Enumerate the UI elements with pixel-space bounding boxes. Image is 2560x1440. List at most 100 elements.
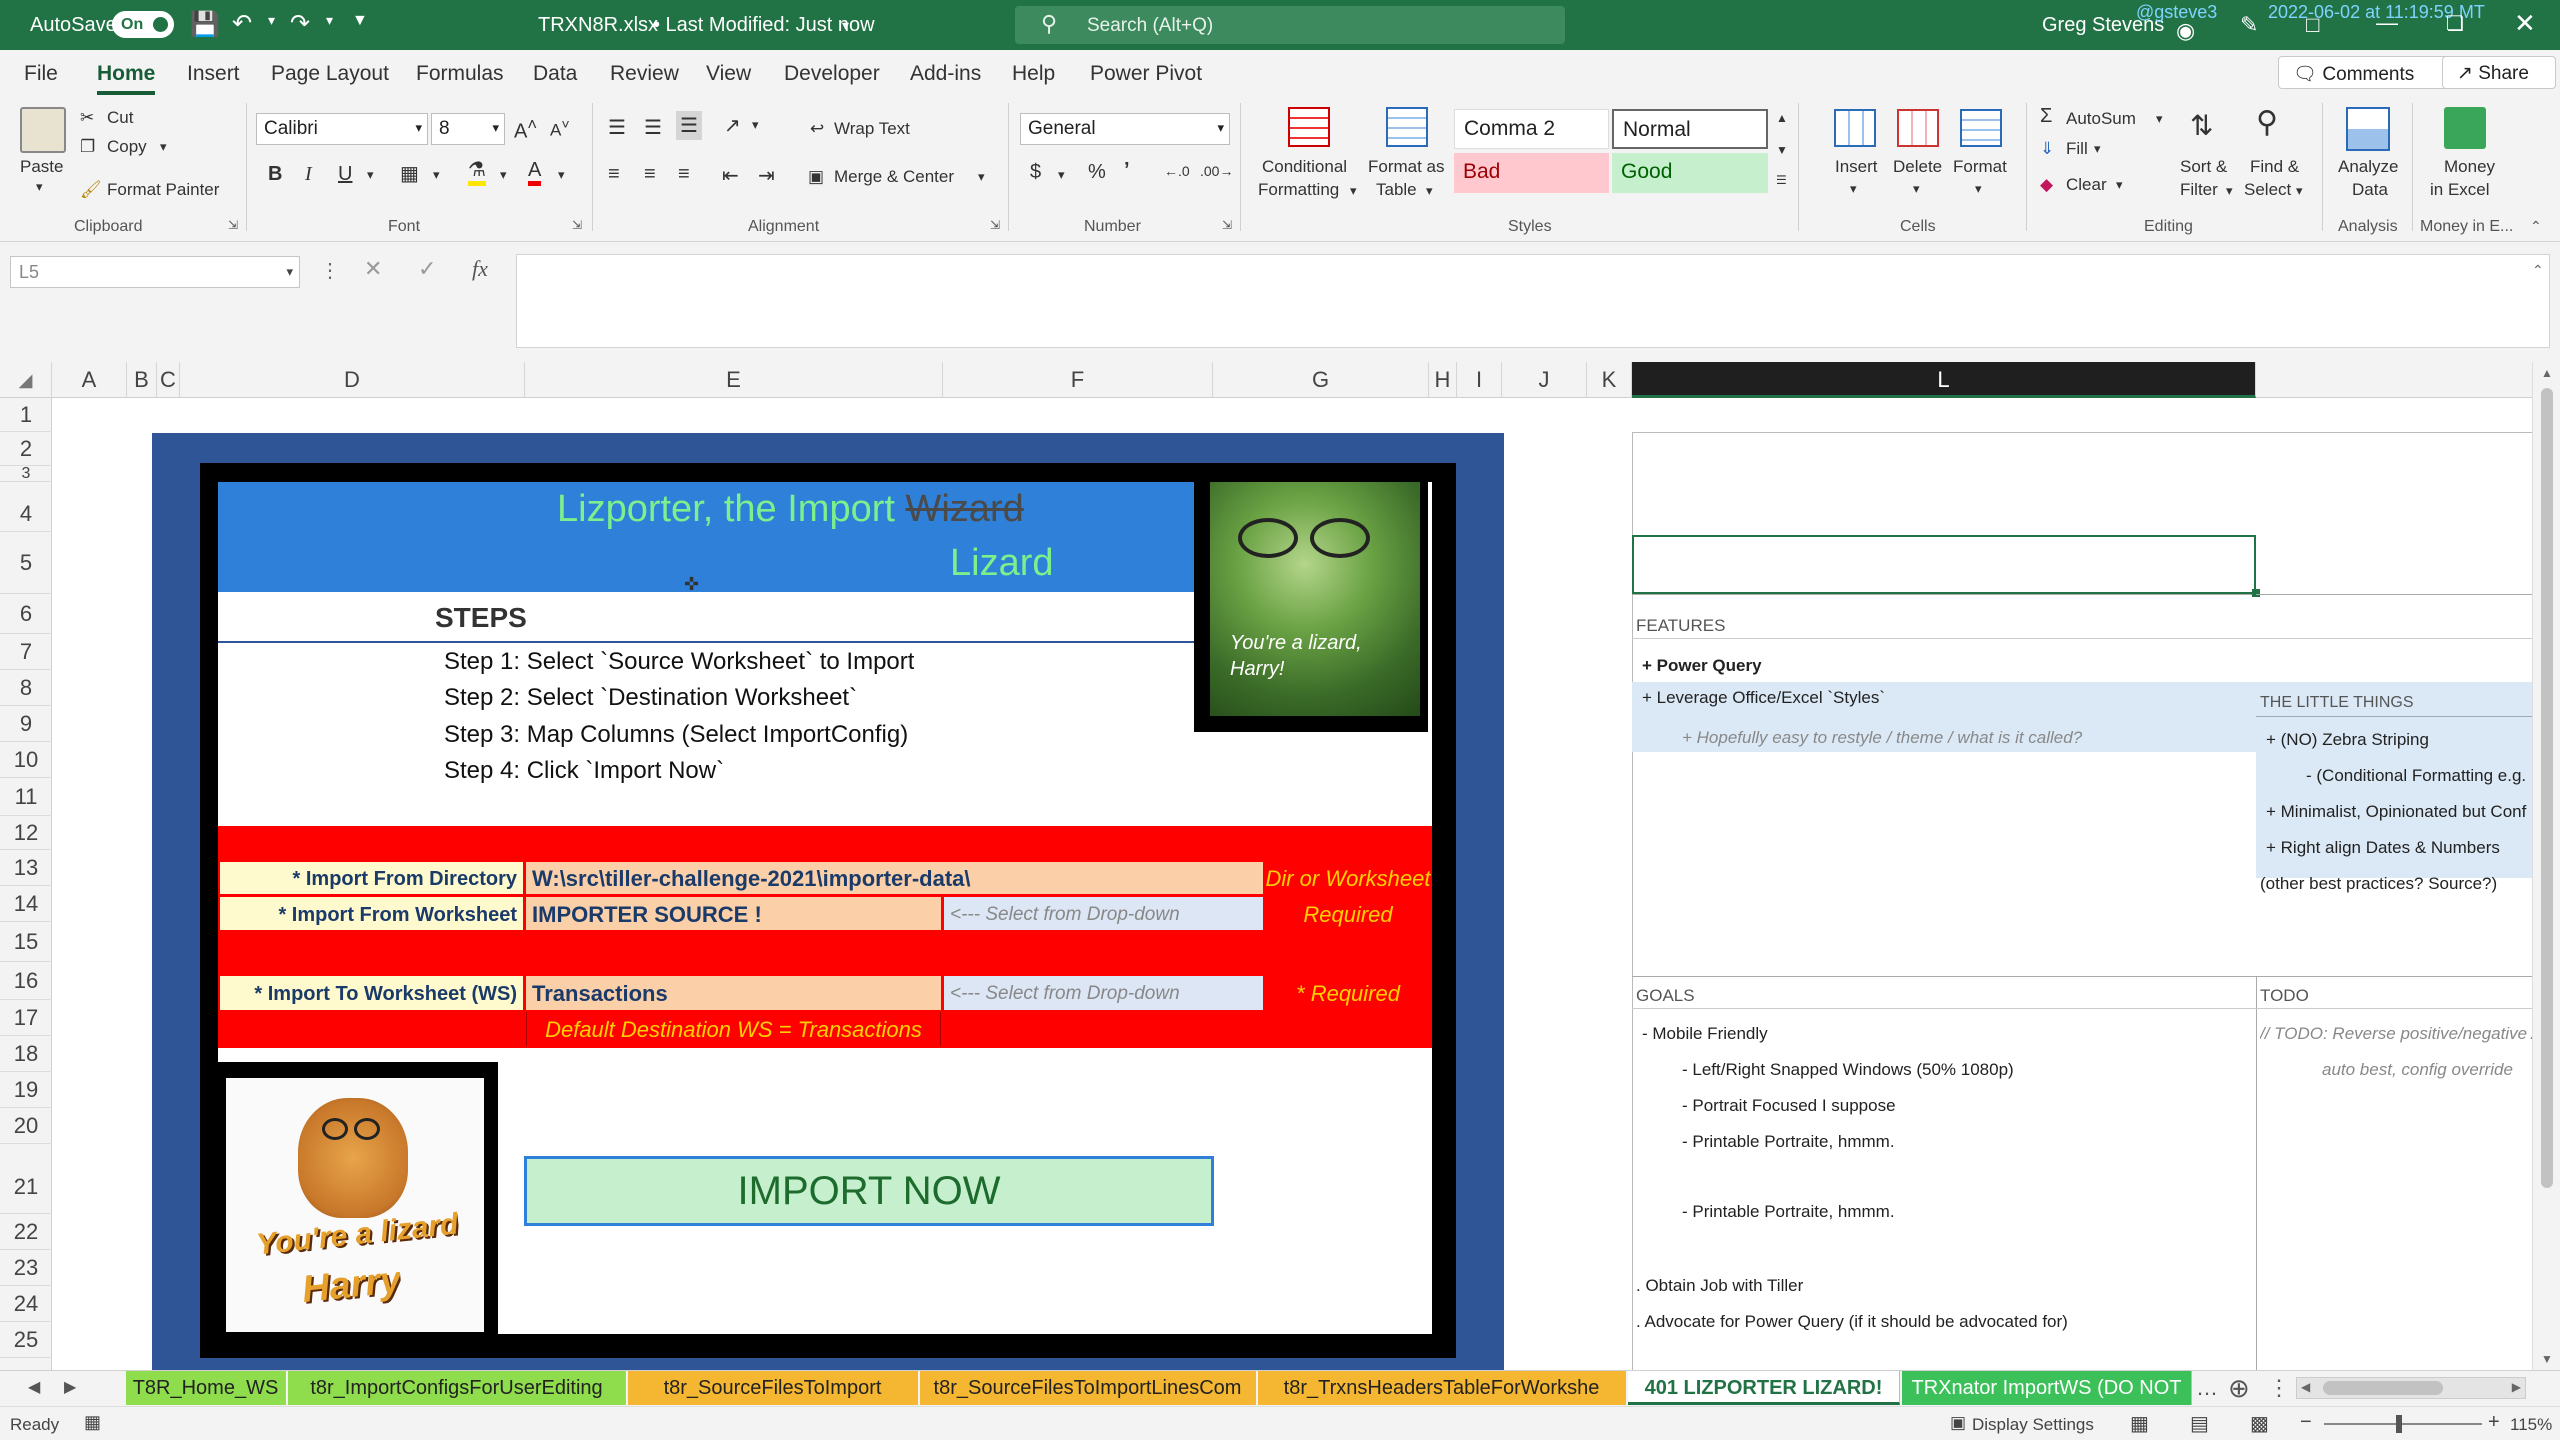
row-header[interactable]: 4 — [0, 482, 52, 532]
tab-options-icon[interactable]: ⋮ — [2268, 1375, 2290, 1401]
row-header[interactable]: 24 — [0, 1286, 52, 1322]
insert-chevron-icon[interactable]: ▾ — [1850, 181, 1857, 197]
collapse-formula-icon[interactable]: ⌃ — [2532, 262, 2544, 279]
conditional-formatting-chevron-icon[interactable]: ▾ — [1350, 183, 1357, 199]
more-options-icon[interactable]: ⋮ — [320, 258, 340, 283]
font-color-chevron-icon[interactable]: ▾ — [558, 167, 565, 183]
find-select-button[interactable]: Find & — [2250, 157, 2299, 177]
sheet-tab[interactable]: TRXnator ImportWS (DO NOT — [1902, 1371, 2192, 1405]
analyze-data-icon[interactable] — [2346, 107, 2390, 151]
zoom-slider-thumb[interactable] — [2396, 1415, 2402, 1433]
fill-button[interactable]: Fill — [2066, 139, 2088, 159]
col-header-d[interactable]: D — [180, 362, 525, 398]
analyze-data-label-2[interactable]: Data — [2352, 180, 2388, 200]
fill-chevron-icon[interactable]: ▾ — [2094, 141, 2101, 157]
select-all-corner[interactable]: ◢ — [0, 362, 52, 398]
row-header[interactable]: 3 — [0, 466, 52, 482]
decrease-font-icon[interactable]: A˅ — [550, 117, 570, 141]
col-header-f[interactable]: F — [943, 362, 1213, 398]
analyze-data-button[interactable]: Analyze — [2338, 157, 2398, 177]
format-as-table-label-2[interactable]: Table — [1376, 180, 1417, 200]
fill-handle[interactable] — [2252, 589, 2260, 597]
fill-color-icon[interactable]: ⚗ — [468, 159, 486, 186]
sort-filter-button[interactable]: Sort & — [2180, 157, 2227, 177]
copy-chevron-icon[interactable]: ▾ — [160, 139, 167, 155]
cancel-icon[interactable]: ✕ — [364, 256, 382, 282]
conditional-formatting-button[interactable]: Conditional — [1262, 157, 1347, 177]
font-name-combo[interactable]: Calibri ▾ — [256, 113, 428, 145]
merge-chevron-icon[interactable]: ▾ — [978, 169, 985, 185]
row-header[interactable]: 25 — [0, 1322, 52, 1358]
row-header[interactable]: 10 — [0, 742, 52, 778]
tab-add-ins[interactable]: Add-ins — [910, 62, 981, 86]
col-header-b[interactable]: B — [127, 362, 157, 398]
search-box[interactable]: ⚲ Search (Alt+Q) — [1015, 6, 1565, 44]
scroll-down-icon[interactable]: ▼ — [2541, 1352, 2553, 1366]
comma-icon[interactable]: ’ — [1124, 159, 1130, 182]
zoom-slider[interactable] — [2324, 1423, 2482, 1425]
horizontal-scrollbar[interactable]: ◀ ▶ — [2296, 1377, 2526, 1399]
row-header[interactable]: 8 — [0, 670, 52, 706]
sort-filter-label-2[interactable]: Filter — [2180, 180, 2218, 200]
col-header-g[interactable]: G — [1213, 362, 1429, 398]
undo-dropdown-icon[interactable]: ▾ — [268, 12, 275, 29]
format-painter-button[interactable]: Format Painter — [107, 180, 219, 200]
zoom-level[interactable]: 115% — [2510, 1415, 2552, 1435]
format-chevron-icon[interactable]: ▾ — [1975, 181, 1982, 197]
pen-icon[interactable]: ✎ — [2240, 12, 2258, 38]
row-header[interactable]: 6 — [0, 594, 52, 634]
insert-function-button[interactable]: fx — [472, 256, 488, 282]
col-header-h[interactable]: H — [1429, 362, 1457, 398]
tab-page-layout[interactable]: Page Layout — [271, 62, 389, 86]
row-header[interactable]: 7 — [0, 634, 52, 670]
delete-cells-button[interactable]: Delete — [1893, 157, 1942, 177]
borders-chevron-icon[interactable]: ▾ — [433, 167, 440, 183]
align-center-icon[interactable]: ≡ — [644, 163, 656, 186]
alignment-launcher-icon[interactable]: ⇲ — [990, 218, 1000, 232]
row-header[interactable]: 19 — [0, 1072, 52, 1108]
align-bottom-icon[interactable]: ☰ — [676, 111, 702, 140]
tab-formulas[interactable]: Formulas — [416, 62, 504, 86]
name-box[interactable]: L5 ▾ — [10, 256, 300, 288]
redo-icon[interactable]: ↷ — [290, 9, 310, 38]
tab-power-pivot[interactable]: Power Pivot — [1090, 62, 1202, 86]
worksheet-grid[interactable]: Lizporter, the Import Wizard Lizard You'… — [52, 398, 2532, 1370]
insert-cells-icon[interactable] — [1834, 109, 1876, 147]
percent-icon[interactable]: % — [1088, 161, 1106, 184]
formula-input[interactable] — [516, 254, 2550, 348]
font-size-combo[interactable]: 8 ▾ — [431, 113, 505, 145]
paste-chevron-icon[interactable]: ▾ — [36, 179, 43, 195]
col-header-e[interactable]: E — [525, 362, 943, 398]
insert-cells-button[interactable]: Insert — [1835, 157, 1878, 177]
avatar[interactable]: ◉ — [2176, 18, 2195, 44]
align-top-icon[interactable]: ☰ — [608, 115, 626, 140]
sort-filter-icon[interactable]: ⇅ — [2190, 109, 2213, 142]
row-header[interactable]: 22 — [0, 1214, 52, 1250]
orientation-icon[interactable]: ↗ — [724, 113, 741, 138]
autosum-chevron-icon[interactable]: ▾ — [2156, 111, 2163, 127]
format-as-table-button[interactable]: Format as — [1368, 157, 1445, 177]
tab-review[interactable]: Review — [610, 62, 679, 86]
align-right-icon[interactable]: ≡ — [678, 163, 690, 186]
row-header[interactable]: 20 — [0, 1108, 52, 1144]
col-header-j[interactable]: J — [1502, 362, 1587, 398]
font-launcher-icon[interactable]: ⇲ — [572, 218, 582, 232]
row-header[interactable]: 11 — [0, 778, 52, 816]
styles-scroll-down-icon[interactable]: ▼ — [1776, 143, 1788, 157]
format-as-table-icon[interactable] — [1386, 107, 1428, 147]
number-launcher-icon[interactable]: ⇲ — [1222, 218, 1232, 232]
add-sheet-icon[interactable]: ⊕ — [2228, 1373, 2250, 1404]
style-good[interactable]: Good — [1612, 153, 1768, 193]
borders-icon[interactable]: ▦ — [400, 161, 419, 186]
tab-developer[interactable]: Developer — [784, 62, 880, 86]
enter-icon[interactable]: ✓ — [418, 256, 436, 282]
hscroll-thumb[interactable] — [2323, 1381, 2443, 1395]
paste-icon[interactable] — [20, 107, 66, 153]
clipboard-launcher-icon[interactable]: ⇲ — [228, 218, 238, 232]
conditional-formatting-label-2[interactable]: Formatting — [1258, 180, 1339, 200]
page-break-view-icon[interactable]: ▩ — [2250, 1411, 2269, 1436]
row-header[interactable]: 2 — [0, 432, 52, 466]
normal-view-icon[interactable]: ▦ — [2130, 1411, 2149, 1436]
wrap-text-button[interactable]: Wrap Text — [834, 119, 910, 139]
decrease-indent-icon[interactable]: ⇤ — [722, 163, 739, 188]
